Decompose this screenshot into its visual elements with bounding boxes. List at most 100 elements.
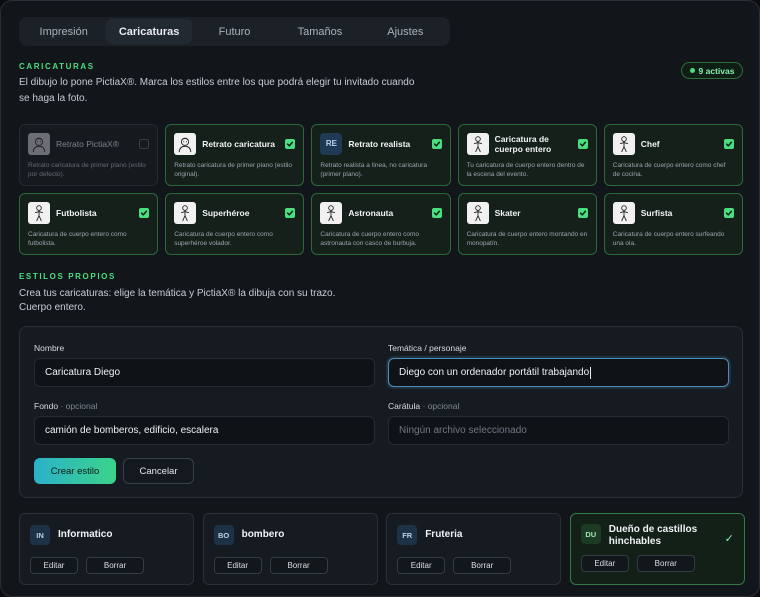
checkbox[interactable]	[139, 138, 150, 149]
style-card[interactable]: RE Retrato realista Retrato realista a lín…	[311, 124, 451, 186]
style-card[interactable]: Retrato PictiaX® Retrato caricatura de pr…	[19, 124, 159, 186]
footballer-icon	[28, 201, 50, 224]
tab-futuro[interactable]: Futuro	[192, 19, 277, 44]
check-icon	[725, 209, 733, 217]
card-header: Caricatura de cuerpo entero	[466, 132, 588, 155]
surfer-icon	[612, 201, 635, 224]
custom-style-card[interactable]: FR Fruteria Editar Borrar	[386, 513, 562, 585]
card-header: Surfista	[612, 201, 734, 224]
checkbox[interactable]	[139, 207, 150, 218]
card-description: Retrato caricatura de primer plano (esti…	[174, 162, 292, 178]
section-title-estilos: ESTILOS PROPIOS	[19, 272, 116, 281]
checkbox[interactable]	[723, 207, 734, 218]
card-description: Caricatura de cuerpo entero como futboli…	[28, 231, 127, 247]
tab-ajustes[interactable]: Ajustes	[363, 19, 448, 44]
tematica-value: Diego con un ordenador portátil trabajan…	[399, 367, 590, 378]
card-header: Chef	[612, 132, 734, 155]
checkbox[interactable]	[723, 138, 734, 149]
cancelar-button[interactable]: Cancelar	[123, 458, 194, 484]
card-title: Astronauta	[348, 207, 394, 218]
active-count-label: 9 activas	[698, 65, 735, 76]
custom-style-name: Dueño de castillos hinchables	[608, 524, 698, 547]
superhero-icon	[174, 201, 197, 224]
style-card[interactable]: Caricatura de cuerpo entero Tu caricatura…	[457, 124, 597, 186]
nombre-input[interactable]: Caricatura Diego	[34, 358, 375, 387]
app-window: Impresión Caricaturas Futuro Tamaños Aju…	[0, 0, 760, 597]
check-icon	[433, 209, 441, 217]
checkbox[interactable]	[285, 138, 296, 149]
checkbox[interactable]	[431, 207, 442, 218]
section-description-estilos-2: Cuerpo entero.	[19, 302, 86, 313]
card-title: Chef	[640, 138, 660, 149]
custom-style-name: Informatico	[58, 529, 113, 540]
delete-button[interactable]: Borrar	[453, 557, 512, 574]
tab-tamanos[interactable]: Tamaños	[277, 19, 362, 44]
style-card[interactable]: Astronauta Caricatura de cuerpo entero co…	[311, 193, 451, 255]
tematica-input[interactable]: Diego con un ordenador portátil trabajan…	[388, 358, 729, 387]
edit-button[interactable]: Editar	[580, 555, 629, 572]
checkbox[interactable]	[577, 207, 588, 218]
custom-style-actions: Editar Borrar	[580, 555, 695, 572]
card-header: Retrato caricatura	[174, 132, 296, 155]
card-title: Retrato PictiaX®	[56, 138, 119, 149]
status-dot-icon	[689, 68, 695, 73]
caratula-file-input[interactable]: Ningún archivo seleccionado	[388, 416, 729, 445]
style-card[interactable]: Futbolista Caricatura de cuerpo entero co…	[19, 193, 159, 255]
custom-style-name: bombero	[241, 529, 285, 540]
card-description: Caricatura de cuerpo entero como astrona…	[320, 231, 420, 247]
check-icon	[140, 209, 148, 217]
avatar: RE	[320, 132, 343, 155]
card-title: Futbolista	[56, 207, 97, 218]
tab-caricaturas[interactable]: Caricaturas	[106, 19, 192, 44]
delete-button[interactable]: Borrar	[86, 557, 144, 574]
card-title: Caricatura de cuerpo entero	[494, 133, 552, 154]
custom-style-actions: Editar Borrar	[397, 557, 512, 574]
card-header: Skater	[466, 201, 588, 224]
card-description: Tu caricatura de cuerpo entero dentro de…	[466, 162, 585, 178]
fondo-input[interactable]: camión de bomberos, edificio, escalera	[34, 416, 375, 445]
style-card[interactable]: Retrato caricatura Retrato caricatura de …	[165, 124, 305, 186]
custom-style-form: Nombre Caricatura Diego Temática / perso…	[19, 326, 743, 498]
custom-style-header: BO bombero	[213, 524, 367, 546]
edit-button[interactable]: Editar	[397, 557, 446, 574]
custom-style-card[interactable]: IN Informatico Editar Borrar	[19, 513, 194, 585]
edit-button[interactable]: Editar	[213, 557, 262, 574]
style-card[interactable]: Superhéroe Caricatura de cuerpo entero co…	[165, 193, 305, 255]
person-portrait-icon	[174, 132, 197, 155]
fondo-optional: · opcional	[60, 401, 98, 411]
chef-icon	[612, 132, 635, 155]
check-icon	[286, 140, 294, 148]
card-title: Surfista	[640, 207, 673, 218]
style-card[interactable]: Skater Caricatura de cuerpo entero montan…	[457, 193, 597, 255]
tab-bar: Impresión Caricaturas Futuro Tamaños Aju…	[19, 17, 450, 46]
active-count-badge: 9 activas	[681, 62, 743, 79]
section-description-caricaturas: El dibujo lo pone PictiaX®. Marca los es…	[19, 77, 415, 104]
style-card[interactable]: Chef Caricatura de cuerpo entero como che…	[603, 124, 743, 186]
card-header: Futbolista	[28, 201, 150, 224]
check-icon	[579, 209, 587, 217]
card-description: Caricatura de cuerpo entero como superhé…	[174, 231, 273, 247]
card-description: Retrato caricatura de primer plano (esti…	[28, 162, 146, 178]
delete-button[interactable]: Borrar	[269, 557, 328, 574]
checkbox[interactable]	[577, 138, 588, 149]
checkbox[interactable]	[431, 138, 442, 149]
card-title: Retrato caricatura	[202, 138, 275, 149]
custom-style-header: IN Informatico	[30, 524, 183, 546]
skater-icon	[466, 201, 489, 224]
fondo-label: Fondo · opcional	[34, 401, 97, 411]
custom-style-card[interactable]: BO bombero Editar Borrar	[202, 513, 378, 585]
style-initials: FR	[397, 525, 418, 545]
custom-style-card[interactable]: DU Dueño de castillos hinchables ✓ Editar Bo…	[569, 513, 745, 585]
tab-impresion[interactable]: Impresión	[21, 19, 106, 44]
selected-check-icon: ✓	[724, 533, 734, 545]
tematica-label: Temática / personaje	[388, 343, 467, 353]
caratula-label: Carátula · opcional	[388, 401, 459, 411]
crear-estilo-button[interactable]: Crear estilo	[34, 458, 116, 484]
card-description: Caricatura de cuerpo entero como chef de…	[612, 162, 726, 178]
checkbox[interactable]	[285, 207, 296, 218]
card-header: Superhéroe	[174, 201, 296, 224]
style-card[interactable]: Surfista Caricatura de cuerpo entero surf…	[603, 193, 743, 255]
edit-button[interactable]: Editar	[30, 557, 78, 574]
full-body-icon	[466, 132, 489, 155]
delete-button[interactable]: Borrar	[636, 555, 695, 572]
